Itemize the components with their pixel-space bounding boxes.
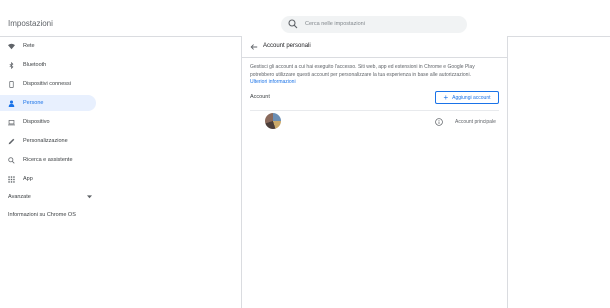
sidebar-item-personalizzazione[interactable]: Personalizzazione <box>0 133 96 149</box>
top-bar: Impostazioni <box>0 0 610 37</box>
person-icon <box>8 100 15 107</box>
sidebar-item-label: Dispositivi connessi <box>23 81 71 87</box>
sidebar-item-label: Rete <box>23 43 35 49</box>
back-arrow-icon[interactable] <box>250 43 258 51</box>
sidebar-item-dispositivo[interactable]: Dispositivo <box>0 114 96 130</box>
avatar <box>265 113 281 129</box>
search-icon <box>8 156 15 164</box>
pen-icon <box>8 138 15 144</box>
sidebar-item-ricerca-e-assistente[interactable]: Ricerca e assistente <box>0 152 96 168</box>
panel-description: Gestisci gli account a cui hai eseguito … <box>250 64 475 87</box>
sidebar-item-label: Ricerca e assistente <box>23 157 73 163</box>
accounts-section-label: Account <box>250 94 270 100</box>
caret-down-icon <box>87 195 92 199</box>
account-row: Account principale <box>242 111 507 135</box>
sidebar-item-bluetooth[interactable]: Bluetooth <box>0 57 96 73</box>
phone-icon <box>9 80 14 88</box>
sidebar-about-link[interactable]: Informazioni su Chrome OS <box>8 212 76 218</box>
search-icon <box>288 19 298 29</box>
bluetooth-icon <box>9 61 14 69</box>
search-input[interactable] <box>305 18 455 30</box>
wifi-icon <box>8 43 15 49</box>
header-divider <box>242 57 507 58</box>
sidebar-item-rete[interactable]: Rete <box>0 38 96 54</box>
sidebar-item-label: App <box>23 176 33 182</box>
add-account-button[interactable]: + Aggiungi account <box>435 91 499 104</box>
add-account-label: Aggiungi account <box>452 94 491 101</box>
sidebar-item-label: Dispositivo <box>23 119 50 125</box>
sidebar-item-label: Persone <box>23 100 44 106</box>
laptop-icon <box>8 119 15 125</box>
info-icon[interactable] <box>435 118 443 126</box>
sidebar-item-label: Bluetooth <box>23 62 47 68</box>
apps-grid-icon <box>8 175 15 183</box>
app-title: Impostazioni <box>8 19 53 28</box>
sidebar-item-label: Personalizzazione <box>23 138 68 144</box>
sidebar-item-dispositivi-connessi[interactable]: Dispositivi connessi <box>0 76 96 92</box>
page-title: Account personali <box>263 43 311 49</box>
account-panel: Account personali Gestisci gli account a… <box>241 36 508 308</box>
plus-icon: + <box>443 92 449 102</box>
advanced-label: Avanzate <box>8 194 31 200</box>
description-text: Gestisci gli account a cui hai eseguito … <box>250 64 475 78</box>
search-box[interactable] <box>281 16 467 33</box>
sidebar-item-app[interactable]: App <box>0 171 96 187</box>
sidebar-item-persone[interactable]: Persone <box>0 95 96 111</box>
sidebar: Rete Bluetooth Dispositivi connessi Pers… <box>0 36 100 308</box>
learn-more-link[interactable]: Ulteriori informazioni <box>250 79 296 85</box>
panel-header: Account personali <box>242 36 507 56</box>
sidebar-advanced-toggle[interactable]: Avanzate <box>8 192 92 202</box>
primary-account-label: Account principale <box>455 119 496 125</box>
